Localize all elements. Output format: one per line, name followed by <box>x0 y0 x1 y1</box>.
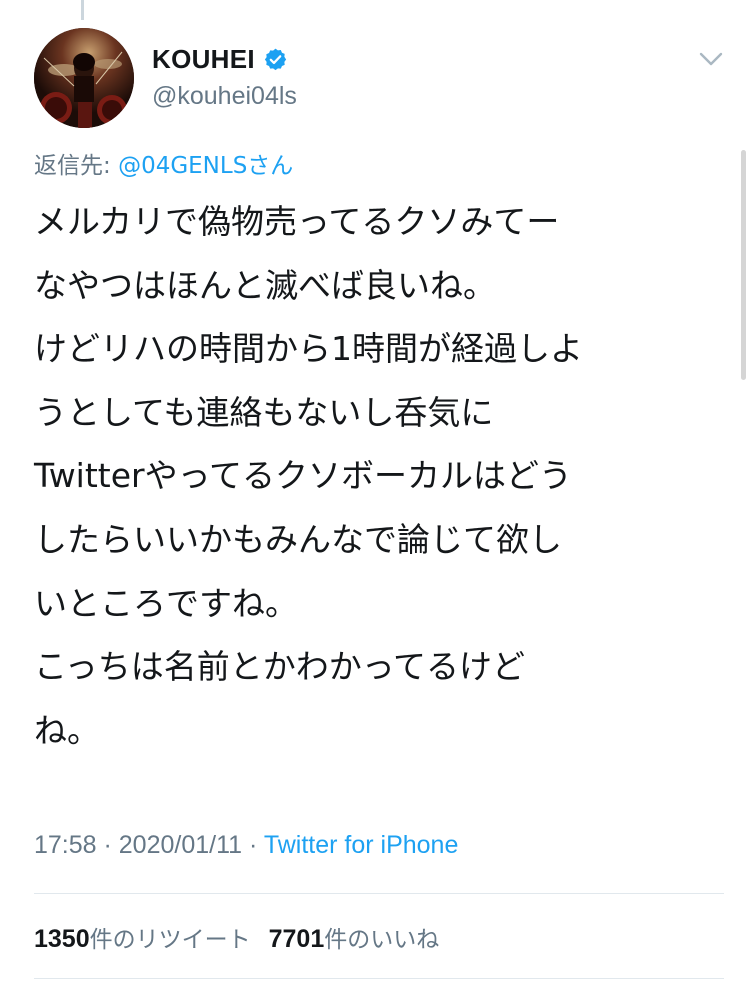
display-name[interactable]: KOUHEI <box>152 44 255 75</box>
tweet-text-line: メルカリで偽物売ってるクソみてー <box>34 202 560 241</box>
tweet-text-line: ね。 <box>34 710 100 750</box>
tweet-header: KOUHEI @kouhei04ls <box>34 28 724 132</box>
meta-separator: · <box>242 831 264 859</box>
author-handle[interactable]: @kouhei04ls <box>152 82 297 111</box>
likes-stat[interactable]: 7701件のいいね <box>268 925 440 953</box>
divider <box>34 978 724 979</box>
divider <box>34 893 724 894</box>
meta-separator: · <box>96 831 119 859</box>
tweet-text-line: けどリハの時間から1時間が経過しよ <box>34 329 583 369</box>
chevron-down-icon[interactable] <box>698 50 724 68</box>
tweet-text-line: うとしても連絡もないし呑気に <box>34 392 494 432</box>
reply-to-label: 返信先: <box>34 153 119 179</box>
tweet-text-line: いところですね。 <box>34 583 298 623</box>
tweet-source-link[interactable]: Twitter for iPhone <box>264 831 459 859</box>
tweet-text-line: Twitterやってるクソボーカルはどう <box>34 456 572 496</box>
tweet-text: メルカリで偽物売ってるクソみてー なやつはほんと滅べば良いね。 けどリハの時間か… <box>34 190 724 762</box>
like-label: 件のいいね <box>324 927 440 953</box>
reply-to-line: 返信先: @04GENLSさん <box>34 146 293 180</box>
retweet-count: 1350 <box>34 925 90 953</box>
tweet-stats: 1350件のリツイート 7701件のいいね <box>34 920 439 954</box>
tweet-text-line: なやつはほんと滅べば良いね。 <box>34 265 496 305</box>
tweet-metadata: 17:58 · 2020/01/11 · Twitter for iPhone <box>34 831 458 860</box>
author-names: KOUHEI @kouhei04ls <box>152 42 297 111</box>
avatar[interactable] <box>34 28 134 128</box>
tweet-text-line: したらいいかもみんなで論じて欲し <box>34 519 562 559</box>
reply-to-mention-link[interactable]: @04GENLSさん <box>118 153 293 179</box>
tweet-time[interactable]: 17:58 <box>34 831 97 859</box>
scrollbar[interactable] <box>741 150 746 380</box>
retweets-stat[interactable]: 1350件のリツイート <box>34 925 251 953</box>
retweet-label: 件のリツイート <box>89 927 251 953</box>
like-count: 7701 <box>268 925 325 953</box>
thread-connector-line <box>81 0 84 20</box>
verified-badge-icon <box>263 47 288 72</box>
tweet-text-line: こっちは名前とかわかってるけど <box>34 647 526 687</box>
tweet-date[interactable]: 2020/01/11 <box>119 831 242 859</box>
